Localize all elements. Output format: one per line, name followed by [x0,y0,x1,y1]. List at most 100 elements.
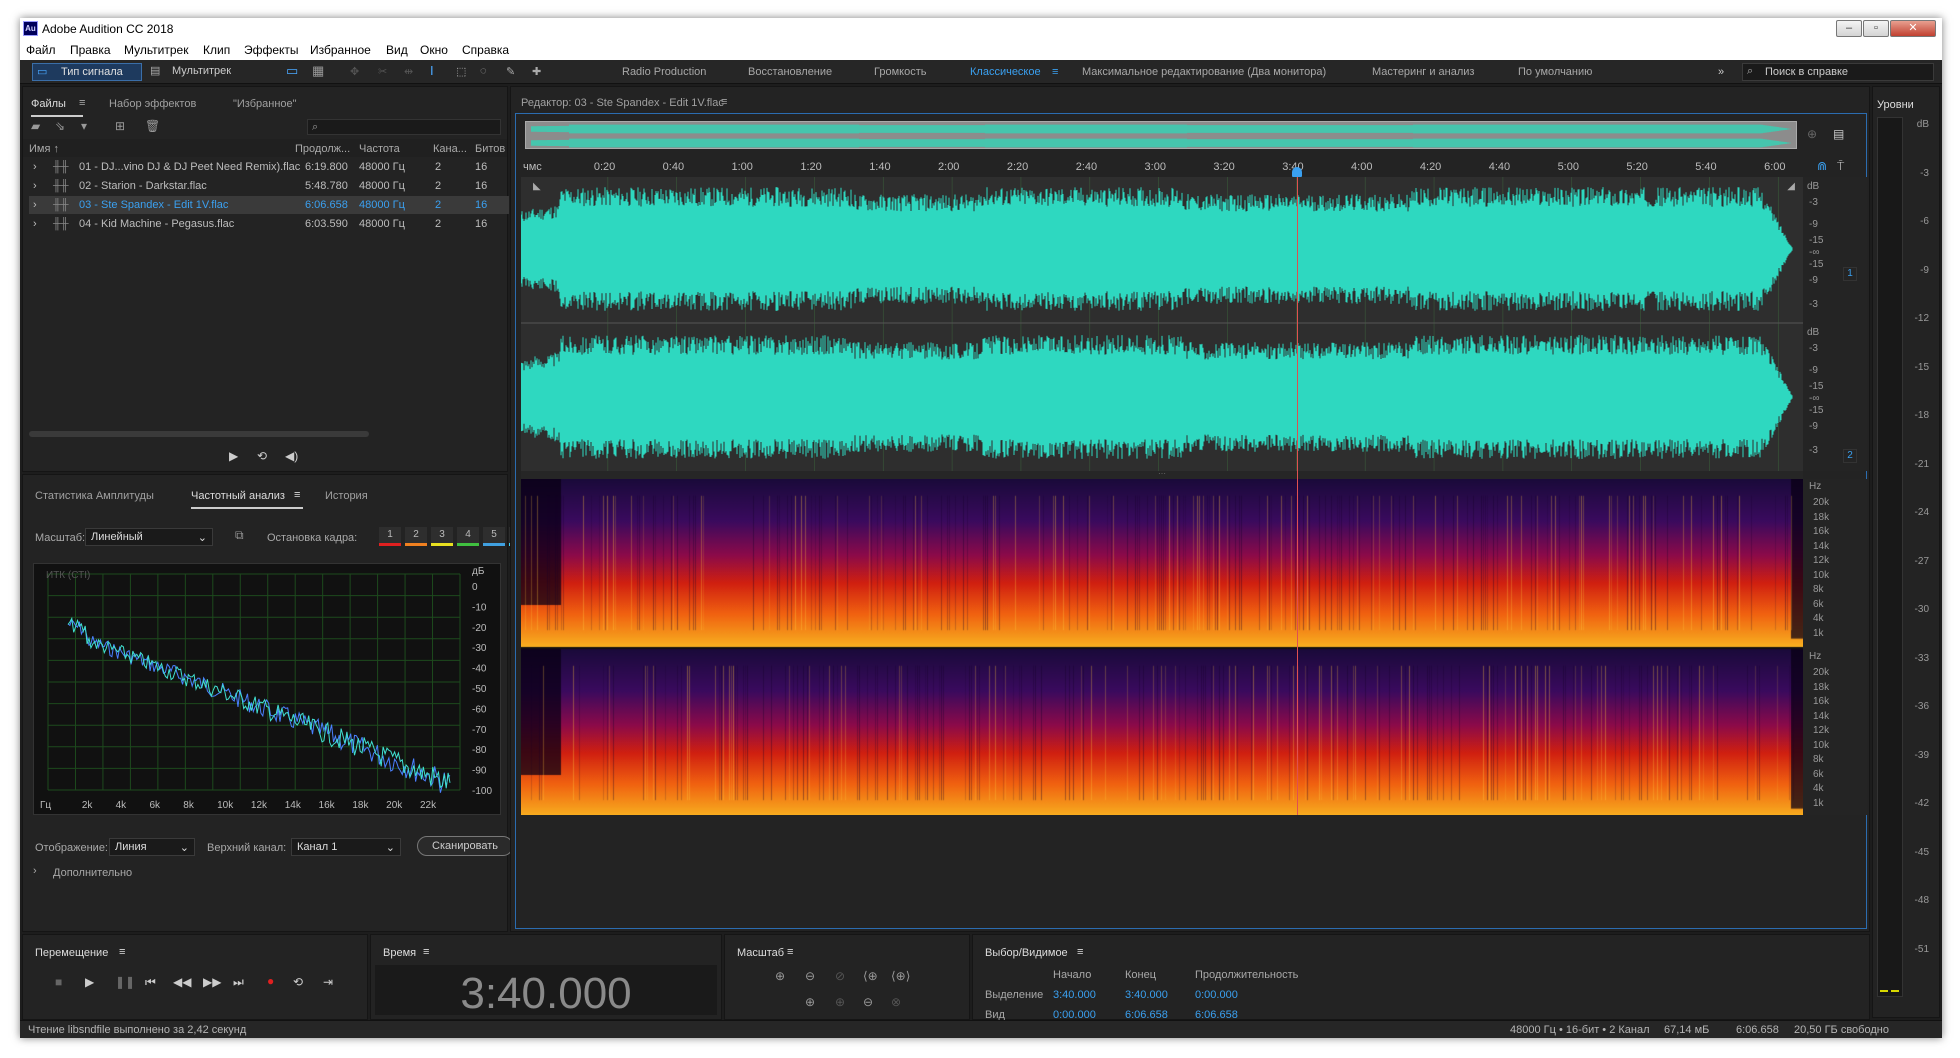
import-file-icon[interactable]: ⇘ [55,119,65,133]
tab-favorites[interactable]: "Избранное" [233,98,297,110]
zoom-right-icon[interactable]: ⊖ [863,995,873,1009]
workspace-default[interactable]: По умолчанию [1518,66,1592,78]
files-search-input[interactable]: ⌕ [307,119,501,135]
files-panel-menu-icon[interactable]: ≡ [79,97,85,109]
more-workspaces-icon[interactable]: » [1718,66,1724,78]
scale-select[interactable]: Линейный ⌄ [85,528,213,546]
scan-button[interactable]: Сканировать [417,836,513,856]
editor-tab[interactable]: Редактор: 03 - Ste Spandex - Edit 1V.fla… [521,97,724,109]
menu-edit[interactable]: Правка [70,43,111,57]
tab-amplitude-stats[interactable]: Статистика Амплитуды [35,490,154,502]
time-display[interactable]: 3:40.000 [375,969,717,1019]
maximize-button[interactable]: ▫ [1863,20,1889,37]
column-duration[interactable]: Продолж... [295,143,350,155]
selection-start[interactable]: 3:40.000 [1053,989,1096,1001]
workspace-classic[interactable]: Классическое [970,66,1041,78]
channel-2-toggle[interactable]: 2 [1843,449,1857,463]
time-selection-tool-icon[interactable]: I [430,63,434,78]
razor-tool-icon[interactable]: ✂ [378,65,387,78]
zoom-to-selection-icon[interactable]: ⊕ [805,995,815,1009]
playhead-handle[interactable] [1291,167,1302,177]
spectral-display[interactable] [521,479,1803,815]
column-bits[interactable]: Битов [475,143,505,155]
splitter-handle[interactable]: ⋯ [521,470,1803,479]
menu-favorites[interactable]: Избранное [310,43,371,57]
open-file-icon[interactable]: ▰ [31,119,40,133]
file-row[interactable]: › ╫╫ 02 - Starion - Darkstar.flac 5:48.780… [29,177,509,195]
slip-tool-icon[interactable]: ⇹ [404,65,413,78]
menu-help[interactable]: Справка [462,43,509,57]
column-name[interactable]: Имя ↑ [29,143,59,155]
tab-frequency-analysis[interactable]: Частотный анализ [191,490,285,502]
marquee-tool-icon[interactable]: ⬚ [456,65,466,78]
zoom-in-time-icon[interactable]: ⟨⊕ [863,969,878,983]
fade-in-handle-icon[interactable]: ◣ [533,181,541,192]
tab-files[interactable]: Файлы [31,98,66,110]
analysis-menu-icon[interactable]: ≡ [294,489,300,501]
zoom-out-full-icon[interactable]: ⊘ [835,969,845,983]
skip-selection-icon[interactable]: ⇥ [323,975,333,989]
waveform-display[interactable]: ◣ ◢ [521,177,1803,471]
file-row[interactable]: › ╫╫ 04 - Kid Machine - Pegasus.flac 6:03.… [29,215,509,233]
display-options-icon[interactable]: ▤ [1833,127,1844,141]
minimize-button[interactable]: ‒ [1836,20,1862,37]
loop-icon[interactable]: ⟲ [293,975,303,989]
freeze-button-1[interactable]: 1 [379,527,401,546]
editor-menu-icon[interactable]: ≡ [721,96,727,108]
expand-icon[interactable]: › [33,161,37,173]
selection-end[interactable]: 3:40.000 [1125,989,1168,1001]
time-menu-icon[interactable]: ≡ [423,946,429,958]
playhead[interactable] [1296,177,1298,815]
zoom-reset-icon[interactable]: ⊗ [891,995,901,1009]
record-icon[interactable]: ● [267,974,274,988]
display-select[interactable]: Линия ⌄ [109,838,195,856]
move-tool-icon[interactable]: ✥ [350,65,359,78]
spectral-view-icon[interactable]: ▦ [312,63,324,79]
help-search-input[interactable]: ⌕ Поиск в справке [1742,63,1934,81]
autoplay-icon[interactable]: ◀) [285,449,298,463]
close-button[interactable]: ✕ [1890,20,1936,37]
selection-menu-icon[interactable]: ≡ [1077,946,1083,958]
zoom-out-amplitude-icon[interactable]: ⊖ [805,969,815,983]
column-channels[interactable]: Кана... [433,143,467,155]
workspace-max-editing[interactable]: Максимальное редактирование (Два монитор… [1082,66,1326,78]
freeze-button-2[interactable]: 2 [405,527,427,546]
zoom-in-selection-icon[interactable]: ⟨⊕⟩ [891,969,910,983]
expand-icon[interactable]: › [33,218,37,230]
tab-effects-rack[interactable]: Набор эффектов [109,98,196,110]
zoom-in-amplitude-icon[interactable]: ⊕ [775,969,785,983]
waveform-view-icon[interactable]: ▭ [286,63,298,79]
menu-window[interactable]: Окно [420,43,448,57]
marker-icon[interactable]: ⍑ [1837,159,1844,174]
fade-out-handle-icon[interactable]: ◢ [1787,181,1795,192]
tab-history[interactable]: История [325,490,368,502]
expand-icon[interactable]: › [33,199,37,211]
menu-effects[interactable]: Эффекты [244,43,299,57]
channel-select[interactable]: Канал 1 ⌄ [291,838,401,856]
timeline-ruler[interactable]: чмс 0:20 0:40 1:00 1:20 1:40 2:00 2:20 2:40 3:00… [521,157,1803,177]
lasso-tool-icon[interactable]: ◌ [480,65,487,77]
transport-menu-icon[interactable]: ≡ [119,946,125,958]
freeze-button-3[interactable]: 3 [431,527,453,546]
workspace-radio-production[interactable]: Radio Production [622,66,706,78]
zoom-menu-icon[interactable]: ≡ [787,946,793,958]
expand-icon[interactable]: › [33,180,37,192]
selection-duration[interactable]: 0:00.000 [1195,989,1238,1001]
channel-1-toggle[interactable]: 1 [1843,267,1857,281]
workspace-mastering[interactable]: Мастеринг и анализ [1372,66,1474,78]
stop-icon[interactable]: ■ [55,975,62,989]
overview-navigator[interactable] [525,121,1797,149]
loop-preview-icon[interactable]: ⟲ [257,449,267,463]
workspace-restoration[interactable]: Восстановление [748,66,832,78]
multitrack-mode-button[interactable]: ▤ Мультитрек [146,63,246,81]
menu-clip[interactable]: Клип [203,43,230,57]
chevron-right-icon[interactable]: › [33,865,37,877]
rewind-icon[interactable]: ◀◀ [173,975,191,989]
freeze-snapshot-icon[interactable]: ⧉ [235,528,244,543]
column-rate[interactable]: Частота [359,143,400,155]
insert-multitrack-icon[interactable]: ⊞ [115,119,125,133]
menu-multitrack[interactable]: Мультитрек [124,43,188,57]
advanced-toggle[interactable]: Дополнительно [53,867,132,879]
file-row[interactable]: › ╫╫ 01 - DJ...vino DJ & DJ Peet Need Rem… [29,158,509,176]
spot-healing-tool-icon[interactable]: ✚ [532,65,541,78]
